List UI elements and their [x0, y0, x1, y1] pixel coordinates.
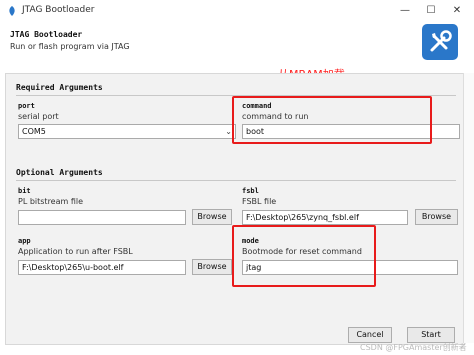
header-subtitle: Run or flash program via JTAG [10, 42, 130, 51]
optional-arguments-heading: Optional Arguments [16, 168, 103, 177]
chevron-down-icon: ⌄ [225, 127, 232, 136]
app-help: Application to run after FSBL [18, 247, 133, 256]
scrollbar[interactable] [463, 73, 474, 343]
cancel-button[interactable]: Cancel [348, 327, 392, 343]
bit-browse-button[interactable]: Browse [192, 209, 232, 225]
command-highlight-box [232, 96, 432, 144]
port-help: serial port [18, 112, 59, 121]
start-button[interactable]: Start [407, 327, 455, 343]
header: JTAG Bootloader Run or flash program via… [0, 22, 474, 66]
divider [16, 180, 456, 181]
app-input[interactable]: F:\Desktop\265\u-boot.elf [18, 260, 186, 275]
required-arguments-heading: Required Arguments [16, 83, 103, 92]
mode-highlight-box [232, 225, 376, 287]
window-title: JTAG Bootloader [22, 5, 95, 15]
fsbl-label: fsbl [242, 187, 259, 195]
app-value: F:\Desktop\265\u-boot.elf [22, 263, 124, 272]
tools-icon [422, 24, 458, 60]
port-select[interactable]: COM5 ⌄ [18, 124, 236, 139]
fsbl-value: F:\Desktop\265\zynq_fsbl.elf [246, 213, 359, 222]
app-browse-button[interactable]: Browse [192, 259, 232, 275]
fsbl-input[interactable]: F:\Desktop\265\zynq_fsbl.elf [242, 210, 408, 225]
app-label: app [18, 237, 31, 245]
bit-input[interactable] [18, 210, 186, 225]
port-value: COM5 [22, 127, 46, 136]
minimize-button[interactable]: — [392, 2, 418, 20]
bit-help: PL bitstream file [18, 197, 84, 206]
fsbl-browse-button[interactable]: Browse [415, 209, 458, 225]
header-title: JTAG Bootloader [10, 30, 83, 39]
watermark: CSDN @FPGAmaster创新者 [360, 343, 467, 352]
bit-label: bit [18, 187, 31, 195]
fsbl-help: FSBL file [242, 197, 277, 206]
close-button[interactable]: ✕ [444, 2, 470, 20]
maximize-button[interactable]: ☐ [418, 2, 444, 20]
port-label: port [18, 102, 35, 110]
app-icon [9, 6, 15, 16]
title-bar: JTAG Bootloader — ☐ ✕ [0, 0, 474, 22]
